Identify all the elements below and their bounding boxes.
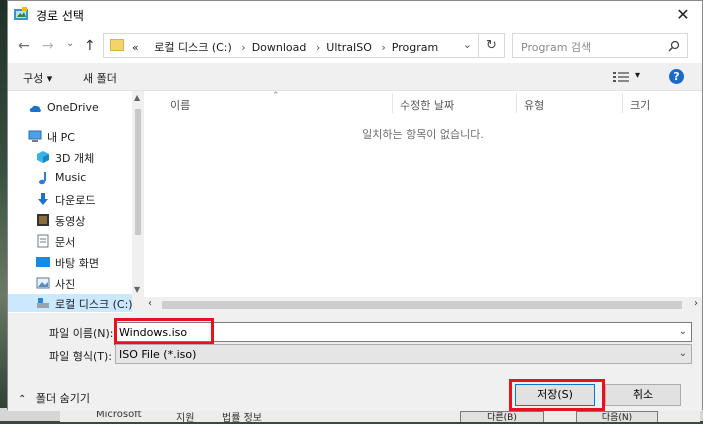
3d-objects-icon bbox=[37, 151, 49, 163]
background-text-legal: 법률 정보 bbox=[222, 413, 262, 424]
hide-folders-toggle[interactable]: ⌃ 폴더 숨기기 bbox=[18, 390, 90, 406]
app-icon bbox=[14, 7, 28, 20]
sidebar-item-videos[interactable]: 동영상 bbox=[8, 210, 132, 231]
column-divider[interactable] bbox=[392, 93, 393, 113]
breadcrumb-separator: › bbox=[315, 41, 321, 54]
sidebar-item-label: 3D 개체 bbox=[55, 152, 95, 165]
sidebar-item-label: 다운로드 bbox=[55, 194, 96, 207]
filetype-dropdown-chevron-icon[interactable]: ⌄ bbox=[679, 348, 687, 359]
filetype-label: 파일 형식(T): bbox=[49, 350, 112, 363]
download-icon bbox=[38, 193, 48, 205]
navigation-scrollbar[interactable]: ▲ ▼ bbox=[132, 91, 144, 313]
sidebar-item-label: 사진 bbox=[55, 278, 76, 291]
filename-dropdown-chevron-icon[interactable]: ⌄ bbox=[679, 326, 687, 337]
column-header-modified[interactable]: 수정한 날짜 bbox=[400, 97, 454, 113]
scroll-thumb[interactable] bbox=[135, 109, 141, 235]
dialog-title: 경로 선택 bbox=[36, 9, 84, 23]
filename-label: 파일 이름(N): bbox=[49, 327, 114, 340]
search-icon bbox=[668, 40, 680, 52]
column-header-size[interactable]: 크기 bbox=[630, 97, 650, 113]
hide-folders-label: 폴더 숨기기 bbox=[35, 392, 90, 405]
video-icon bbox=[37, 214, 49, 226]
highlight-annotation bbox=[509, 379, 605, 411]
sidebar-item-label: 로컬 디스크 (C:) bbox=[55, 298, 133, 311]
organize-menu-button[interactable]: 구성 ▾ bbox=[23, 70, 52, 86]
sidebar-item-documents[interactable]: 문서 bbox=[8, 231, 132, 252]
breadcrumb-separator: › bbox=[241, 41, 246, 54]
sidebar-item-3d-objects[interactable]: 3D 개체 bbox=[8, 147, 132, 168]
view-dropdown-icon[interactable]: ▾ bbox=[635, 70, 640, 81]
search-placeholder: Program 검색 bbox=[521, 41, 592, 54]
sidebar-item-label: Music bbox=[55, 171, 87, 184]
column-divider[interactable] bbox=[516, 93, 517, 113]
forward-arrow-icon[interactable]: → bbox=[42, 39, 54, 53]
sidebar-item-pictures[interactable]: 사진 bbox=[8, 273, 132, 294]
sort-ascending-icon: ⌃ bbox=[272, 91, 280, 101]
file-list: ⌃ 이름 수정한 날짜 유형 크기 일치하는 항목이 없습니다. bbox=[144, 91, 702, 313]
breadcrumb-overflow[interactable]: « bbox=[132, 41, 139, 54]
up-arrow-icon[interactable]: ↑ bbox=[84, 39, 96, 53]
sidebar-item-music[interactable]: Music bbox=[8, 168, 132, 189]
sidebar-item-label: OneDrive bbox=[47, 101, 99, 114]
view-options-icon[interactable] bbox=[613, 72, 629, 82]
sidebar-item-onedrive[interactable]: OneDrive bbox=[8, 98, 132, 119]
music-icon bbox=[39, 172, 46, 185]
scroll-right-arrow-icon[interactable]: › bbox=[694, 298, 698, 309]
close-button[interactable]: ✕ bbox=[670, 4, 696, 26]
background-button-other: 다른(B) bbox=[460, 411, 544, 423]
command-bar: 구성 ▾ 새 폴더 ▾ ? bbox=[8, 63, 702, 91]
recent-locations-chevron-icon[interactable]: ⌄ bbox=[66, 37, 74, 51]
cancel-button[interactable]: 취소 bbox=[605, 384, 681, 406]
title-bar: 경로 선택 ✕ bbox=[8, 1, 702, 29]
filetype-value: ISO File (*.iso) bbox=[119, 348, 197, 361]
save-form: 파일 이름(N): Windows.iso ⌄ 파일 형식(T): ISO Fi… bbox=[8, 313, 702, 411]
drive-icon bbox=[37, 298, 49, 308]
refresh-button[interactable]: ↻ bbox=[479, 33, 505, 58]
column-divider[interactable] bbox=[622, 93, 623, 113]
sidebar-item-label: 동영상 bbox=[55, 215, 86, 228]
new-folder-button[interactable]: 새 폴더 bbox=[83, 70, 117, 86]
highlight-annotation bbox=[114, 318, 214, 345]
pictures-icon bbox=[36, 277, 50, 289]
breadcrumb-item-download[interactable]: Download bbox=[252, 41, 307, 54]
collapse-chevron-icon: ⌃ bbox=[18, 394, 27, 405]
background-text-support: 지원 bbox=[176, 413, 195, 424]
scroll-thumb[interactable] bbox=[162, 301, 682, 309]
address-dropdown-chevron-icon[interactable]: ⌄ bbox=[463, 38, 472, 51]
scroll-left-arrow-icon[interactable]: ‹ bbox=[148, 298, 152, 309]
onedrive-icon bbox=[29, 105, 41, 112]
filetype-select[interactable]: ISO File (*.iso) ⌄ bbox=[115, 344, 692, 364]
search-input[interactable]: Program 검색 bbox=[512, 33, 688, 58]
document-icon bbox=[37, 234, 49, 248]
sidebar-item-label: 바탕 화면 bbox=[55, 257, 99, 270]
desktop-icon bbox=[36, 257, 50, 267]
folder-icon bbox=[110, 39, 124, 51]
navigation-pane: OneDrive 내 PC 3D 개체 Music 다운로드 동영상 문서 바탕… bbox=[8, 91, 144, 313]
back-arrow-icon[interactable]: ← bbox=[18, 39, 30, 53]
column-header-type[interactable]: 유형 bbox=[524, 97, 544, 113]
sidebar-item-label: 내 PC bbox=[47, 131, 75, 144]
breadcrumb-item-program[interactable]: Program bbox=[392, 41, 438, 54]
address-bar[interactable]: « 로컬 디스크 (C:) › Download › UltraISO › Progr… bbox=[103, 33, 479, 58]
breadcrumb-item-drive[interactable]: 로컬 디스크 (C:) bbox=[154, 41, 232, 54]
sidebar-item-desktop[interactable]: 바탕 화면 bbox=[8, 252, 132, 273]
background-button-next: 다음(N) bbox=[576, 411, 658, 423]
content-area: OneDrive 내 PC 3D 개체 Music 다운로드 동영상 문서 바탕… bbox=[8, 91, 702, 313]
sidebar-item-local-disk[interactable]: 로컬 디스크 (C:) bbox=[8, 294, 133, 312]
breadcrumb-separator: › bbox=[381, 41, 386, 54]
file-list-horizontal-scrollbar[interactable]: ‹ › bbox=[144, 297, 702, 313]
sidebar-item-this-pc[interactable]: 내 PC bbox=[8, 126, 132, 147]
pc-icon bbox=[28, 130, 42, 142]
sidebar-item-label: 문서 bbox=[55, 236, 76, 249]
empty-folder-message: 일치하는 항목이 없습니다. bbox=[362, 128, 484, 141]
save-dialog: 경로 선택 ✕ ← → ⌄ ↑ « 로컬 디스크 (C:) › Download … bbox=[7, 0, 703, 411]
navigation-bar: ← → ⌄ ↑ « 로컬 디스크 (C:) › Download › UltraIS… bbox=[8, 29, 702, 63]
sidebar-item-downloads[interactable]: 다운로드 bbox=[8, 189, 132, 210]
breadcrumb-item-ultraiso[interactable]: UltraISO bbox=[326, 41, 372, 54]
help-icon[interactable]: ? bbox=[669, 69, 684, 84]
column-header-name[interactable]: 이름 bbox=[170, 97, 190, 113]
scroll-up-arrow-icon[interactable]: ▲ bbox=[134, 93, 140, 102]
scroll-down-arrow-icon[interactable]: ▼ bbox=[134, 285, 140, 294]
breadcrumb[interactable]: « 로컬 디스크 (C:) › Download › UltraISO › Progr… bbox=[132, 39, 438, 55]
